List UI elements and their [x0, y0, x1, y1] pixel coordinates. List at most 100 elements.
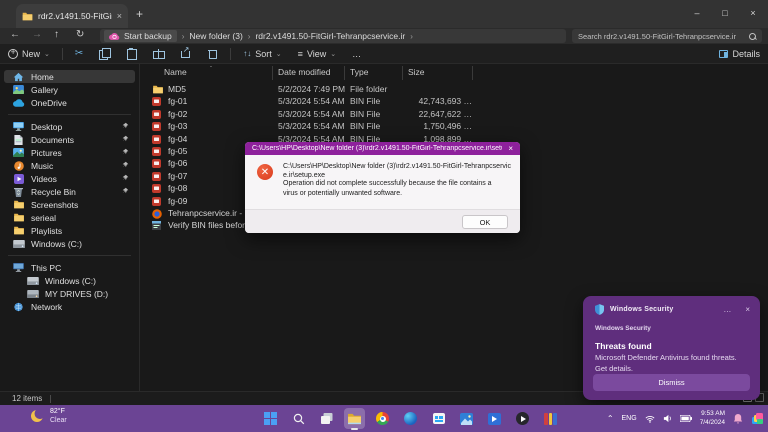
taskbar-file-explorer-button[interactable] — [344, 408, 365, 429]
breadcrumb-new-folder[interactable]: New folder (3) — [189, 31, 242, 41]
sidebar-item-desktop[interactable]: Desktop — [4, 120, 135, 133]
sidebar-item-pictures[interactable]: Pictures — [4, 146, 135, 159]
new-tab-button[interactable]: + — [136, 7, 143, 21]
delete-button[interactable] — [199, 44, 226, 64]
details-label: Details — [732, 49, 760, 59]
forward-button[interactable]: → — [32, 29, 42, 40]
file-row[interactable]: fg-015/3/2024 5:54 AMBIN File42,743,693 … — [146, 96, 762, 108]
start-backup-button[interactable]: Start backup — [104, 30, 177, 42]
sidebar-item-windows-c-[interactable]: Windows (C:) — [4, 274, 135, 287]
sidebar-item-playlists[interactable]: Playlists — [4, 224, 135, 237]
pc-icon — [12, 263, 25, 272]
tray-app-icon[interactable] — [751, 412, 764, 425]
wifi-icon[interactable] — [645, 415, 655, 423]
column-header-type[interactable]: Type — [350, 67, 368, 77]
breadcrumb[interactable]: Start backup › New folder (3) › rdr2.v14… — [100, 29, 566, 43]
copy-button[interactable] — [91, 44, 118, 64]
column-divider[interactable] — [344, 66, 345, 80]
new-label: New — [22, 49, 40, 59]
taskbar-task-view-button[interactable] — [316, 408, 337, 429]
file-row[interactable]: fg-035/3/2024 5:54 AMBIN File1,750,496 … — [146, 121, 762, 133]
taskbar-photos-button[interactable] — [456, 408, 477, 429]
minimize-button[interactable]: – — [682, 0, 712, 26]
sidebar-item-my-drives-d-[interactable]: MY DRIVES (D:) — [4, 287, 135, 300]
file-name: fg-05 — [168, 146, 187, 156]
refresh-button[interactable]: ↻ — [76, 29, 84, 40]
file-row[interactable]: fg-025/3/2024 5:54 AMBIN File22,647,622 … — [146, 109, 762, 121]
sidebar-separator — [8, 114, 131, 115]
sidebar-item-documents[interactable]: Documents — [4, 133, 135, 146]
clock[interactable]: 9:53 AM7/4/2024 — [700, 410, 725, 428]
explorer-tab[interactable]: rdr2.v1491.50-FitGirl-Tehranpc × — [16, 4, 128, 28]
new-button[interactable]: New ⌄ — [0, 44, 58, 64]
close-button[interactable]: × — [738, 0, 768, 26]
sidebar-item-videos[interactable]: Videos — [4, 172, 135, 185]
ok-button[interactable]: OK — [462, 215, 508, 229]
column-header-size[interactable]: Size — [408, 67, 425, 77]
file-row[interactable]: MD55/2/2024 7:49 PMFile folder — [146, 84, 762, 96]
item-count: 12 items — [12, 394, 42, 403]
breadcrumb-current-folder[interactable]: rdr2.v1491.50-FitGirl-Tehranpcservice.ir — [255, 31, 405, 41]
sidebar-item-label: Windows (C:) — [31, 239, 82, 249]
file-date: 5/3/2024 5:54 AM — [278, 109, 345, 119]
more-options-button[interactable]: … — [344, 44, 369, 64]
column-header-date[interactable]: Date modified — [278, 67, 330, 77]
dismiss-button[interactable]: Dismiss — [593, 374, 750, 391]
details-pane-toggle[interactable]: Details — [719, 44, 760, 64]
column-header-name[interactable]: Name — [164, 67, 187, 77]
sidebar-item-windows-c-[interactable]: Windows (C:) — [4, 237, 135, 250]
cut-button[interactable]: ✂ — [67, 44, 91, 64]
dialog-close-icon[interactable]: × — [502, 144, 513, 153]
sort-button[interactable]: ↑↓ Sort ⌄ — [235, 44, 289, 64]
hidden-icons-chevron[interactable]: ⌃ — [607, 414, 614, 423]
taskbar-chrome-button[interactable] — [372, 408, 393, 429]
toast-more-icon[interactable]: … — [723, 305, 731, 314]
sidebar-item-gallery[interactable]: Gallery — [4, 83, 135, 96]
file-name: fg-09 — [168, 196, 187, 206]
sidebar-item-onedrive[interactable]: OneDrive — [4, 96, 135, 109]
file-name: fg-03 — [168, 121, 187, 131]
taskbar-search-button[interactable] — [288, 408, 309, 429]
notification-bell-icon[interactable] — [733, 413, 743, 424]
sidebar-item-recycle-bin[interactable]: Recycle Bin — [4, 185, 135, 198]
recycle-icon — [12, 187, 25, 197]
file-name: MD5 — [168, 84, 186, 94]
toast-close-icon[interactable]: × — [745, 305, 750, 314]
weather-widget[interactable]: 82°FClear — [30, 407, 67, 425]
search-input[interactable]: Search rdr2.v1491.50-FitGirl-Tehranpcser… — [572, 29, 762, 43]
taskbar-player-button[interactable] — [512, 408, 533, 429]
maximize-button[interactable]: □ — [710, 0, 740, 26]
sidebar-item-label: MY DRIVES (D:) — [45, 289, 108, 299]
taskbar-edge-button[interactable] — [400, 408, 421, 429]
sidebar-item-screenshots[interactable]: Screenshots — [4, 198, 135, 211]
column-divider[interactable] — [402, 66, 403, 80]
sidebar-item-this-pc[interactable]: This PC — [4, 261, 135, 274]
sidebar-item-label: Playlists — [31, 226, 62, 236]
paste-button[interactable] — [118, 44, 145, 64]
column-divider[interactable] — [272, 66, 273, 80]
file-size: 22,647,622 … — [382, 109, 472, 119]
taskbar-store-button[interactable] — [428, 408, 449, 429]
tab-close-icon[interactable]: × — [117, 11, 122, 21]
sidebar-item-label: Documents — [31, 135, 74, 145]
view-button[interactable]: ≡ View ⌄ — [290, 44, 345, 64]
folder-icon — [12, 200, 25, 209]
taskbar-media-button[interactable] — [484, 408, 505, 429]
up-button[interactable]: ↑ — [54, 29, 59, 40]
sidebar-item-label: Home — [31, 72, 54, 82]
sidebar-item-music[interactable]: Music — [4, 159, 135, 172]
bin-icon — [152, 197, 164, 206]
language-indicator[interactable]: ENG — [622, 415, 637, 422]
sidebar-item-serieal[interactable]: serieal — [4, 211, 135, 224]
column-divider[interactable] — [472, 66, 473, 80]
back-button[interactable]: ← — [10, 29, 20, 40]
volume-icon[interactable] — [663, 414, 672, 423]
share-button[interactable] — [172, 44, 199, 64]
rename-button[interactable] — [145, 44, 172, 64]
taskbar-winrar-button[interactable] — [540, 408, 561, 429]
sidebar-item-home[interactable]: Home — [4, 70, 135, 83]
taskbar-start-button[interactable] — [260, 408, 281, 429]
dialog-title-bar[interactable]: C:\Users\HP\Desktop\New folder (3)\rdr2.… — [245, 142, 520, 155]
sidebar-item-network[interactable]: Network — [4, 300, 135, 313]
battery-icon[interactable] — [680, 415, 692, 422]
